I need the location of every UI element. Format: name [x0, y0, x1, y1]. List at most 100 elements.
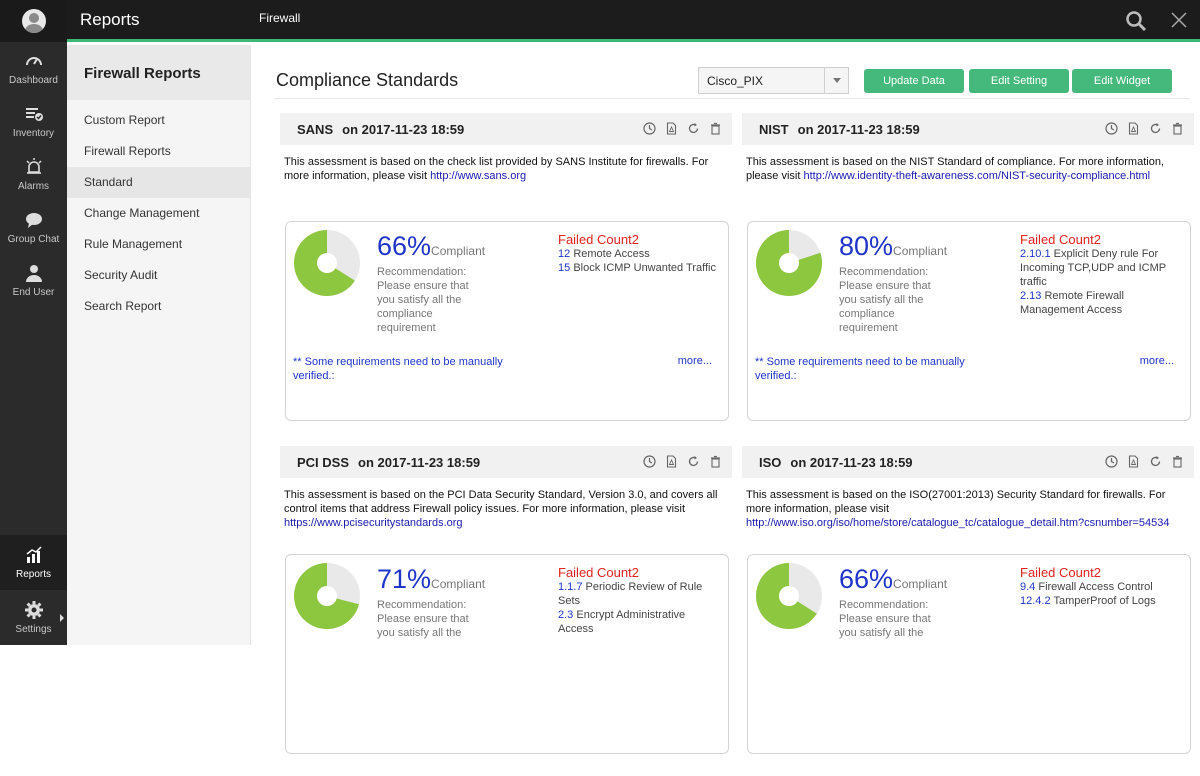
- requirement-code[interactable]: 2.3: [558, 609, 573, 621]
- widget-title: NIST on 2017-11-23 18:59: [759, 122, 920, 137]
- sidebar-item-custom-report[interactable]: Custom Report: [67, 105, 250, 136]
- failed-item: 9.4 Firewall Access Control: [1020, 580, 1185, 594]
- close-icon[interactable]: [1170, 11, 1188, 29]
- history-icon[interactable]: [1105, 455, 1118, 468]
- refresh-icon[interactable]: [1149, 455, 1162, 468]
- requirement-code[interactable]: 12: [558, 248, 570, 260]
- standard-link[interactable]: http://www.identity-theft-awareness.com/…: [803, 170, 1150, 182]
- failed-list: Failed Count2 12 Remote Access 15 Block …: [558, 232, 723, 275]
- requirement-code[interactable]: 1.1.7: [558, 581, 582, 593]
- widget-toolbar: [1105, 455, 1184, 468]
- widget-pci-dss: PCI DSS on 2017-11-23 18:59 This assessme…: [280, 446, 732, 776]
- rail-item-alarms[interactable]: Alarms: [0, 148, 67, 201]
- standard-link[interactable]: http://www.sans.org: [430, 170, 526, 182]
- pie-center-hole: [317, 586, 337, 606]
- edit-setting-button[interactable]: Edit Setting: [969, 69, 1069, 93]
- history-icon[interactable]: [643, 455, 656, 468]
- widget-nist: NIST on 2017-11-23 18:59 This assessment …: [742, 113, 1194, 443]
- refresh-icon[interactable]: [687, 455, 700, 468]
- refresh-icon[interactable]: [687, 122, 700, 135]
- sidebar-item-standard[interactable]: Standard: [67, 167, 250, 198]
- requirement-code[interactable]: 2.10.1: [1020, 248, 1051, 260]
- rail-item-reports[interactable]: Reports: [0, 535, 67, 590]
- rail-item-end-user[interactable]: End User: [0, 254, 67, 307]
- rail-label: Reports: [15, 569, 51, 580]
- recommendation-text: Recommendation: Please ensure that you s…: [377, 599, 469, 639]
- history-icon[interactable]: [643, 122, 656, 135]
- sidebar-item-change-management[interactable]: Change Management: [67, 198, 250, 229]
- sidebar-item-rule-management[interactable]: Rule Management: [67, 229, 250, 260]
- search-icon[interactable]: [1125, 10, 1147, 32]
- pdf-icon[interactable]: [665, 122, 678, 135]
- standard-link[interactable]: https://www.pcisecuritystandards.org: [284, 517, 463, 529]
- compliance-percent: 71%: [377, 564, 432, 594]
- rail-label: Group Chat: [7, 234, 60, 245]
- update-data-button[interactable]: Update Data: [864, 69, 964, 93]
- refresh-icon[interactable]: [1149, 122, 1162, 135]
- sidebar-item-security-audit[interactable]: Security Audit: [67, 260, 250, 291]
- compliance-percent-line: 66%Compliant: [377, 231, 485, 262]
- delete-icon[interactable]: [1171, 122, 1184, 135]
- failed-item: 2.13 Remote Firewall Management Access: [1020, 289, 1185, 317]
- compliance-card: 71%Compliant Recommendation: Please ensu…: [285, 554, 729, 754]
- compliance-pie: [294, 230, 360, 296]
- widget-header: NIST on 2017-11-23 18:59: [742, 113, 1194, 145]
- edit-widget-button[interactable]: Edit Widget: [1072, 69, 1172, 93]
- failed-count: Failed Count2: [558, 565, 639, 580]
- widget-description: This assessment is based on the ISO(2700…: [746, 488, 1186, 530]
- pie-center-hole: [317, 253, 337, 273]
- alarm-icon: [25, 158, 42, 174]
- device-select[interactable]: Cisco_PIX: [698, 67, 849, 94]
- rail-item-settings[interactable]: Settings: [0, 590, 67, 645]
- widget-description: This assessment is based on the check li…: [284, 155, 724, 183]
- gauge-icon: [25, 57, 42, 66]
- rail-item-inventory[interactable]: Inventory: [0, 95, 67, 148]
- compliance-card: 66%Compliant Recommendation: Please ensu…: [747, 554, 1191, 754]
- failed-item: 12.4.2 TamperProof of Logs: [1020, 594, 1185, 608]
- requirement-code[interactable]: 2.13: [1020, 290, 1041, 302]
- sidebar-title: Firewall Reports: [67, 45, 250, 100]
- widget-header: SANS on 2017-11-23 18:59: [280, 113, 732, 145]
- pie-center-hole: [779, 253, 799, 273]
- pdf-icon[interactable]: [1127, 122, 1140, 135]
- widget-toolbar: [643, 122, 722, 135]
- delete-icon[interactable]: [709, 122, 722, 135]
- widget-sans: SANS on 2017-11-23 18:59 This assessment …: [280, 113, 732, 443]
- chevron-down-icon[interactable]: [824, 68, 848, 93]
- rail-item-group-chat[interactable]: Group Chat: [0, 201, 67, 254]
- widget-title: ISO on 2017-11-23 18:59: [759, 455, 913, 470]
- widget-name: PCI DSS: [297, 455, 350, 470]
- widget-iso: ISO on 2017-11-23 18:59 This assessment i…: [742, 446, 1194, 776]
- standard-link[interactable]: http://www.iso.org/iso/home/store/catalo…: [746, 517, 1169, 529]
- widget-date: on 2017-11-23 18:59: [797, 122, 920, 137]
- more-link[interactable]: more...: [1140, 355, 1174, 367]
- delete-icon[interactable]: [709, 455, 722, 468]
- sidebar-item-search-report[interactable]: Search Report: [67, 291, 250, 322]
- history-icon[interactable]: [1105, 122, 1118, 135]
- left-rail: Dashboard Inventory Alarms Group Chat En…: [0, 0, 67, 645]
- more-link[interactable]: more...: [678, 355, 712, 367]
- chart-icon: [26, 546, 42, 563]
- sidebar-item-firewall-reports[interactable]: Firewall Reports: [67, 136, 250, 167]
- failed-item: 12 Remote Access: [558, 247, 723, 261]
- app-title: Reports: [80, 10, 140, 29]
- requirement-code[interactable]: 15: [558, 262, 570, 274]
- widget-name: ISO: [759, 455, 782, 470]
- chat-icon: [25, 213, 42, 228]
- failed-count: Failed Count2: [1020, 565, 1101, 580]
- compliance-card: 66%Compliant Recommendation: Please ensu…: [285, 221, 729, 421]
- requirement-code[interactable]: 9.4: [1020, 581, 1035, 593]
- main-content: Compliance Standards Cisco_PIX Update Da…: [252, 45, 1200, 754]
- requirement-text: TamperProof of Logs: [1053, 595, 1156, 607]
- avatar[interactable]: [21, 9, 46, 33]
- compliance-percent-line: 71%Compliant: [377, 564, 485, 595]
- failed-list: Failed Count2 1.1.7 Periodic Review of R…: [558, 565, 723, 636]
- pdf-icon[interactable]: [1127, 455, 1140, 468]
- rail-item-dashboard[interactable]: Dashboard: [0, 42, 67, 95]
- compliance-pie: [756, 230, 822, 296]
- compliant-label: Compliant: [893, 244, 948, 258]
- pdf-icon[interactable]: [665, 455, 678, 468]
- module-title: Firewall: [259, 11, 301, 25]
- requirement-code[interactable]: 12.4.2: [1020, 595, 1051, 607]
- delete-icon[interactable]: [1171, 455, 1184, 468]
